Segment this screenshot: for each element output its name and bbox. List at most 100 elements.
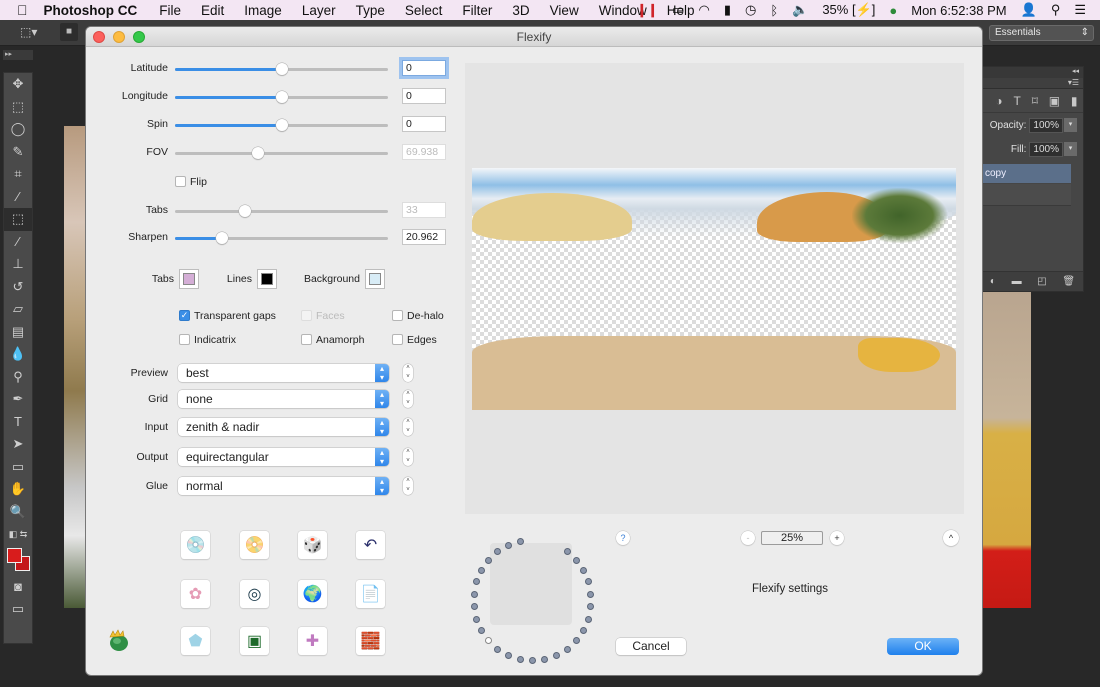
- close-button[interactable]: [93, 31, 105, 43]
- tab-position-dot[interactable]: [587, 590, 595, 598]
- adjustment-layer-icon[interactable]: ◐: [990, 276, 996, 287]
- menu-view[interactable]: View: [550, 3, 579, 18]
- foreground-color-swatch[interactable]: [7, 547, 22, 563]
- type-filter-icon[interactable]: T: [1014, 94, 1021, 108]
- bluetooth-icon[interactable]: ᛒ: [770, 3, 778, 18]
- sharpen-value-field[interactable]: 20.962: [402, 229, 446, 245]
- preset-button[interactable]: ⬟: [181, 627, 210, 655]
- smart-object-filter-icon[interactable]: ▣: [1049, 94, 1060, 108]
- tab-position-dot[interactable]: [494, 645, 502, 653]
- pause-icon[interactable]: ❙❙: [636, 2, 658, 18]
- layer-row-selected[interactable]: copy: [982, 164, 1071, 183]
- tab-position-dot[interactable]: [572, 556, 580, 564]
- app-menu[interactable]: Photoshop CC: [44, 3, 138, 18]
- tabs-slider-knob[interactable]: [239, 205, 252, 217]
- gradient-tool-icon[interactable]: ▤: [4, 321, 32, 344]
- input-stepper[interactable]: ˄ ˅: [403, 418, 413, 436]
- preset-button[interactable]: 🌍: [298, 580, 327, 608]
- tab-position-dot[interactable]: [485, 556, 493, 564]
- path-select-tool-icon[interactable]: ➤: [4, 433, 32, 456]
- quick-select-tool-icon[interactable]: ✎: [4, 141, 32, 164]
- spin-slider[interactable]: [175, 119, 388, 131]
- eraser-tool-icon[interactable]: ▱: [4, 298, 32, 321]
- latitude-value-field[interactable]: 0: [402, 60, 446, 76]
- faces-checkbox[interactable]: [301, 310, 312, 321]
- tab-position-dot[interactable]: [516, 655, 524, 663]
- tab-position-dot[interactable]: [470, 590, 478, 598]
- preset-button[interactable]: 🎲: [298, 531, 327, 559]
- layer-row[interactable]: [982, 184, 1071, 206]
- memory-icon[interactable]: ▮: [724, 2, 731, 18]
- preset-button[interactable]: 💿: [181, 531, 210, 559]
- dodge-tool-icon[interactable]: ⚲: [4, 366, 32, 389]
- tab-position-dot[interactable]: [473, 578, 481, 586]
- tab-position-dot[interactable]: [494, 548, 502, 556]
- help-button[interactable]: ?: [616, 531, 630, 545]
- stamp-tool-icon[interactable]: ⊥: [4, 253, 32, 276]
- new-group-icon[interactable]: ▬: [1012, 276, 1022, 287]
- sharpen-slider[interactable]: [175, 232, 388, 244]
- lines-color-swatch[interactable]: [257, 269, 277, 289]
- tab-position-dot[interactable]: [478, 567, 486, 574]
- zoom-level-field[interactable]: 25%: [761, 531, 823, 545]
- tab-position-dot[interactable]: [485, 637, 493, 645]
- delete-layer-icon[interactable]: 🗑: [1062, 276, 1075, 287]
- glue-stepper[interactable]: ˄ ˅: [403, 477, 413, 495]
- flexify-menu-icon[interactable]: ●: [889, 3, 897, 18]
- volume-icon[interactable]: 🔈: [792, 2, 808, 18]
- screen-mode-icon[interactable]: ▭: [4, 598, 32, 621]
- quick-mask-icon[interactable]: ◙: [4, 576, 32, 599]
- lasso-tool-icon[interactable]: ◯: [4, 118, 32, 141]
- fov-slider-knob[interactable]: [252, 147, 265, 159]
- marquee-tool-icon[interactable]: ⬚: [4, 96, 32, 119]
- hand-tool-icon[interactable]: ✋: [4, 478, 32, 501]
- ok-button[interactable]: OK: [887, 638, 959, 655]
- output-select[interactable]: equirectangular ▴ ▾: [178, 448, 389, 466]
- airplay-icon[interactable]: ▭: [672, 2, 684, 18]
- tabs-slider[interactable]: [175, 205, 388, 217]
- fill-dropdown-icon[interactable]: ▾: [1064, 142, 1077, 156]
- tab-position-dot[interactable]: [541, 655, 549, 663]
- spin-value-field[interactable]: 0: [402, 116, 446, 132]
- fov-slider[interactable]: [175, 147, 388, 159]
- preset-button[interactable]: 🧱: [356, 627, 385, 655]
- tab-position-dot[interactable]: [516, 538, 524, 546]
- move-tool-icon[interactable]: ✥: [4, 73, 32, 96]
- zoom-out-button[interactable]: -: [741, 531, 755, 545]
- adjustment-filter-icon[interactable]: ◑: [995, 94, 1002, 108]
- longitude-slider[interactable]: [175, 91, 388, 103]
- tab-position-dot[interactable]: [552, 651, 560, 659]
- time-machine-icon[interactable]: ◷: [745, 2, 756, 18]
- menu-3d[interactable]: 3D: [512, 3, 529, 18]
- selection-mode-icon[interactable]: ■: [60, 23, 78, 41]
- wifi-icon[interactable]: ◠: [698, 2, 709, 18]
- user-icon[interactable]: 👤: [1021, 2, 1037, 18]
- preset-button[interactable]: ▣: [240, 627, 269, 655]
- fill-field[interactable]: 100%: [1029, 141, 1063, 157]
- blur-tool-icon[interactable]: 💧: [4, 343, 32, 366]
- rectangle-tool-icon[interactable]: ▭: [4, 456, 32, 479]
- preset-button[interactable]: ◎: [240, 580, 269, 608]
- minimize-button[interactable]: [113, 31, 125, 43]
- zoom-tool-icon[interactable]: 🔍: [4, 501, 32, 524]
- panel-menu-icon[interactable]: ▾☰: [982, 78, 1083, 89]
- input-select[interactable]: zenith & nadir ▴ ▾: [178, 418, 389, 436]
- latitude-slider[interactable]: [175, 63, 388, 75]
- preview-select[interactable]: best ▴ ▾: [178, 364, 389, 382]
- grid-select[interactable]: none ▴ ▾: [178, 390, 389, 408]
- spotlight-search-icon[interactable]: ⚲: [1051, 2, 1061, 18]
- panel-collapse-icon[interactable]: ◂◂: [982, 67, 1083, 78]
- de-halo-checkbox[interactable]: [392, 310, 403, 321]
- output-stepper[interactable]: ˄ ˅: [403, 448, 413, 466]
- longitude-value-field[interactable]: 0: [402, 88, 446, 104]
- sharpen-slider-knob[interactable]: [215, 232, 228, 244]
- preset-button[interactable]: ✿: [181, 580, 210, 608]
- tab-position-dot[interactable]: [470, 603, 478, 611]
- glue-select[interactable]: normal ▴ ▾: [178, 477, 389, 495]
- tab-position-dot[interactable]: [563, 548, 571, 556]
- menu-type[interactable]: Type: [356, 3, 385, 18]
- collapse-button[interactable]: ^: [943, 530, 959, 546]
- battery-status[interactable]: 35% [⚡]: [822, 2, 875, 18]
- tab-position-dot[interactable]: [572, 637, 580, 645]
- history-brush-tool-icon[interactable]: ↺: [4, 276, 32, 299]
